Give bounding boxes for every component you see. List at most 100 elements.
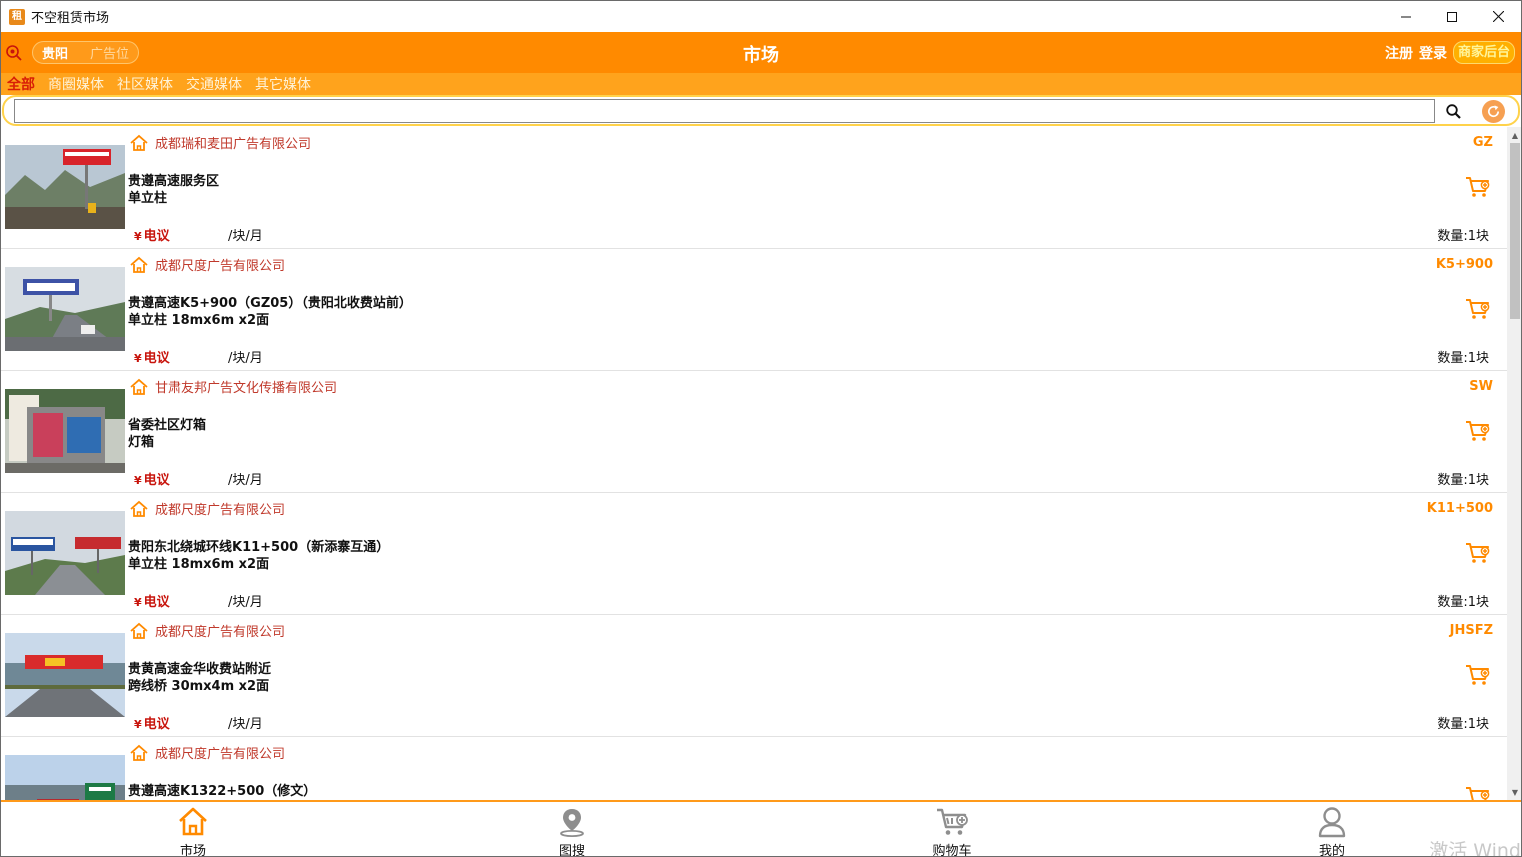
listing-item[interactable]: 成都尺度广告有限公司 K5+900 贵遵高速K5+900（GZ05）（贵阳北收费站前…: [1, 249, 1507, 371]
listing-thumbnail[interactable]: [5, 267, 125, 351]
app-header: 贵阳 广告位 市场 注册 登录 商家后台: [1, 32, 1521, 73]
listing-thumbnail[interactable]: [5, 755, 125, 800]
listing-quantity: 数量:1块: [1437, 351, 1489, 366]
add-to-cart-button[interactable]: [1465, 175, 1491, 199]
nav-label: 我的: [1318, 844, 1345, 857]
add-to-cart-icon: [1466, 421, 1490, 441]
currency-symbol: ¥: [134, 352, 142, 365]
listing-thumbnail-image: [5, 511, 125, 595]
add-to-cart-icon: [1466, 177, 1490, 197]
company-name: 成都尺度广告有限公司: [155, 503, 286, 518]
company-home-icon: [130, 256, 148, 273]
listing-thumbnail[interactable]: [5, 145, 125, 229]
listing-thumbnail[interactable]: [5, 511, 125, 595]
company-home-icon: [130, 622, 148, 639]
minimize-button[interactable]: [1383, 1, 1429, 32]
app-window: 租 不空租赁市场 贵阳 广告位 市场 注册 登录 商家后台 全部 商圈媒体 社区…: [0, 0, 1522, 857]
company-name: 成都尺度广告有限公司: [155, 259, 286, 274]
company-home-icon: [130, 500, 148, 517]
listing-item[interactable]: 成都尺度广告有限公司 K11+500 贵阳东北绕城环线K11+500（新添寨互通）单…: [1, 493, 1507, 615]
price-value: 电议: [143, 595, 170, 610]
listing-price: ¥ 电议: [134, 225, 170, 244]
listing-company[interactable]: 成都尺度广告有限公司: [129, 743, 285, 762]
scroll-down-arrow-icon[interactable]: ▼: [1507, 784, 1521, 800]
add-to-cart-icon: [1466, 299, 1490, 319]
nav-market[interactable]: 市场: [153, 804, 233, 856]
company-home-icon: [130, 378, 148, 395]
listing-thumbnail-image: [5, 633, 125, 717]
page-title: 市场: [743, 45, 779, 66]
listing-thumbnail[interactable]: [5, 633, 125, 717]
header-actions: 注册 登录 商家后台: [1385, 41, 1515, 64]
list-scrollbar[interactable]: ▲ ▼: [1507, 127, 1521, 800]
add-to-cart-button[interactable]: [1465, 663, 1491, 687]
merchant-backend-button[interactable]: 商家后台: [1452, 41, 1515, 64]
listing-spec: 单立柱: [128, 191, 168, 206]
price-value: 电议: [143, 229, 170, 244]
nav-label: 购物车: [932, 844, 972, 857]
refresh-icon: [1488, 105, 1500, 118]
price-value: 电议: [143, 717, 170, 732]
listing-thumbnail-image: [5, 389, 125, 473]
nav-map-search[interactable]: 图搜: [532, 804, 612, 857]
nav-profile[interactable]: 我的: [1292, 804, 1372, 857]
add-to-cart-icon: [1466, 543, 1490, 563]
listing-price: ¥ 电议: [134, 469, 170, 488]
listing-company[interactable]: 成都尺度广告有限公司: [129, 621, 285, 640]
bottom-nav: 市场 图搜 购物车 我的: [1, 800, 1521, 857]
nav-cart[interactable]: 购物车: [912, 804, 992, 857]
category-tab[interactable]: 全部: [7, 74, 35, 94]
refresh-button[interactable]: [1482, 100, 1505, 123]
minimize-icon: [1401, 16, 1411, 17]
add-to-cart-button[interactable]: [1465, 785, 1491, 800]
listing-thumbnail[interactable]: [5, 389, 125, 473]
listing-code: GZ: [1472, 135, 1493, 150]
listing-quantity: 数量:1块: [1437, 595, 1489, 610]
listing-name: 贵遵高速K1322+500（修文）: [128, 784, 317, 799]
category-tab[interactable]: 社区媒体: [117, 74, 173, 94]
price-unit: /块/月: [228, 595, 263, 610]
listing-quantity: 数量:1块: [1437, 473, 1489, 488]
add-to-cart-button[interactable]: [1465, 297, 1491, 321]
add-to-cart-button[interactable]: [1465, 419, 1491, 443]
listing-price: ¥ 电议: [134, 347, 170, 366]
company-name: 成都尺度广告有限公司: [155, 625, 286, 640]
listing-company[interactable]: 甘肃友邦广告文化传播有限公司: [129, 377, 337, 396]
category-tab[interactable]: 交通媒体: [186, 74, 242, 94]
listing-thumbnail-image: [5, 755, 125, 800]
nav-label: 图搜: [558, 844, 585, 857]
cart-icon: [937, 808, 968, 835]
maximize-button[interactable]: [1429, 1, 1475, 32]
scroll-thumb[interactable]: [1510, 143, 1520, 319]
scroll-up-arrow-icon[interactable]: ▲: [1507, 127, 1521, 143]
register-link[interactable]: 注册: [1385, 43, 1413, 63]
listing-company[interactable]: 成都尺度广告有限公司: [129, 499, 285, 518]
listing-item[interactable]: 成都瑞和麦田广告有限公司 GZ 贵遵高速服务区 单立柱 ¥ 电议/块/月 数量:1块: [1, 127, 1507, 249]
listing-company[interactable]: 成都尺度广告有限公司: [129, 255, 285, 274]
title-bar: 租 不空租赁市场: [1, 1, 1521, 32]
listing-item[interactable]: 甘肃友邦广告文化传播有限公司 SW 省委社区灯箱 灯箱 ¥ 电议/块/月 数量:1块: [1, 371, 1507, 493]
login-link[interactable]: 登录: [1419, 43, 1447, 63]
category-tabs: 全部 商圈媒体 社区媒体 交通媒体 其它媒体: [1, 73, 1521, 95]
listing-price: ¥ 电议: [134, 591, 170, 610]
home-icon: [179, 807, 207, 836]
close-button[interactable]: [1475, 1, 1521, 32]
search-icon[interactable]: [1445, 103, 1463, 121]
listing-code: K11+500: [1426, 501, 1493, 516]
price-unit: /块/月: [228, 717, 263, 732]
search-input[interactable]: [14, 99, 1435, 123]
listing-item[interactable]: 成都尺度广告有限公司贵遵高速K1322+500（修文）: [1, 737, 1507, 800]
category-tab[interactable]: 其它媒体: [255, 74, 311, 94]
listing-company[interactable]: 成都瑞和麦田广告有限公司: [129, 133, 311, 152]
window-controls: [1383, 1, 1521, 32]
activation-watermark: 激活 Wind: [1429, 840, 1521, 857]
listing-list: 成都瑞和麦田广告有限公司 GZ 贵遵高速服务区 单立柱 ¥ 电议/块/月 数量:1块 成都尺度…: [1, 127, 1507, 800]
add-to-cart-button[interactable]: [1465, 541, 1491, 565]
listing-code: JHSFZ: [1449, 623, 1493, 638]
add-to-cart-icon: [1466, 787, 1490, 800]
listing-item[interactable]: 成都尺度广告有限公司 JHSFZ 贵黄高速金华收费站附近 跨线桥 30mx4m x2面…: [1, 615, 1507, 737]
currency-symbol: ¥: [134, 230, 142, 243]
listing-code: K5+900: [1435, 257, 1493, 272]
window-title: 不空租赁市场: [31, 11, 110, 26]
category-tab[interactable]: 商圈媒体: [48, 74, 104, 94]
